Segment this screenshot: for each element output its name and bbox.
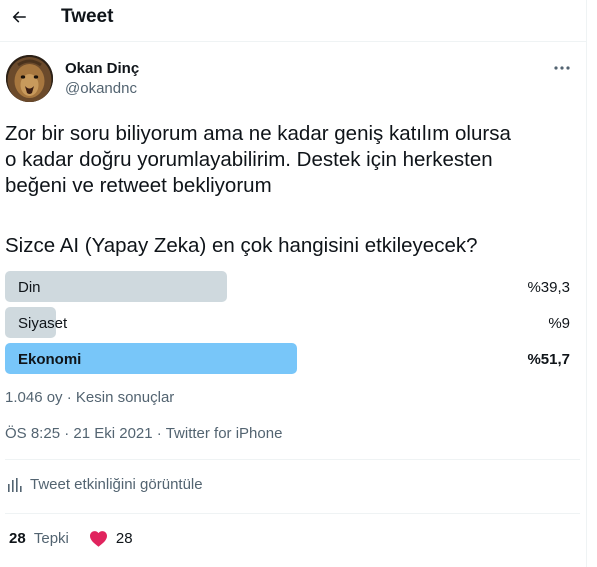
reactions-link[interactable]: 28 Tepki xyxy=(9,530,69,547)
poll-status: Kesin sonuçlar xyxy=(75,389,175,406)
tweet-date[interactable]: 21 Eki 2021 xyxy=(73,425,152,442)
analytics-label: Tweet etkinliğini görüntüle xyxy=(30,476,203,493)
separator: · xyxy=(66,389,72,406)
reactions-count: 28 xyxy=(9,530,26,547)
heart-icon xyxy=(89,531,107,547)
poll-votes: 1.046 oy xyxy=(5,389,63,406)
back-button[interactable] xyxy=(4,2,34,32)
poll-question: Sizce AI (Yapay Zeka) en çok hangisini e… xyxy=(5,234,478,257)
page-title: Tweet xyxy=(61,6,114,27)
poll-option-label: Ekonomi xyxy=(18,351,82,368)
tweet-time[interactable]: ÖS 8:25 xyxy=(5,425,60,442)
more-options-button[interactable] xyxy=(548,58,576,78)
divider xyxy=(5,459,580,460)
bar-chart-icon xyxy=(8,477,22,492)
author-handle[interactable]: @okandnc xyxy=(65,80,137,97)
heart-reaction[interactable]: 28 xyxy=(89,530,133,547)
reactions-label: Tepki xyxy=(33,530,69,547)
poll-option-percent: %39,3 xyxy=(527,279,570,296)
tweet-source[interactable]: Twitter for iPhone xyxy=(166,425,283,442)
tweet-timestamp: ÖS 8:25 · 21 Eki 2021 · Twitter for iPho… xyxy=(5,425,282,442)
poll-option-label: Din xyxy=(18,279,41,296)
divider xyxy=(5,513,580,514)
poll-option-ekonomi: Ekonomi %51,7 xyxy=(5,343,575,374)
header: Tweet xyxy=(0,0,587,40)
lion-avatar-icon xyxy=(6,55,53,102)
poll-option-percent: %9 xyxy=(548,315,570,332)
poll-meta: 1.046 oy · Kesin sonuçlar xyxy=(5,389,174,406)
tweet-stats: 28 Tepki 28 xyxy=(9,530,133,547)
separator: · xyxy=(64,425,70,442)
poll-option-percent: %51,7 xyxy=(527,351,570,368)
avatar[interactable] xyxy=(6,55,53,102)
separator: · xyxy=(156,425,162,442)
header-divider xyxy=(0,41,587,42)
heart-count: 28 xyxy=(115,530,133,547)
more-dots-icon xyxy=(554,66,570,70)
tweet-analytics-link[interactable]: Tweet etkinliğini görüntüle xyxy=(7,476,203,493)
arrow-left-icon xyxy=(12,11,26,23)
author-name[interactable]: Okan Dinç xyxy=(65,60,139,77)
tweet-page: Tweet Okan Dinç @okandnc Zor bir soru bi… xyxy=(0,0,587,567)
tweet-text: Zor bir soru biliyorum ama ne kadar geni… xyxy=(5,122,511,197)
poll-option-label: Siyaset xyxy=(18,315,68,332)
poll-option-siyaset: Siyaset %9 xyxy=(5,307,575,338)
poll-option-din: Din %39,3 xyxy=(5,271,575,302)
